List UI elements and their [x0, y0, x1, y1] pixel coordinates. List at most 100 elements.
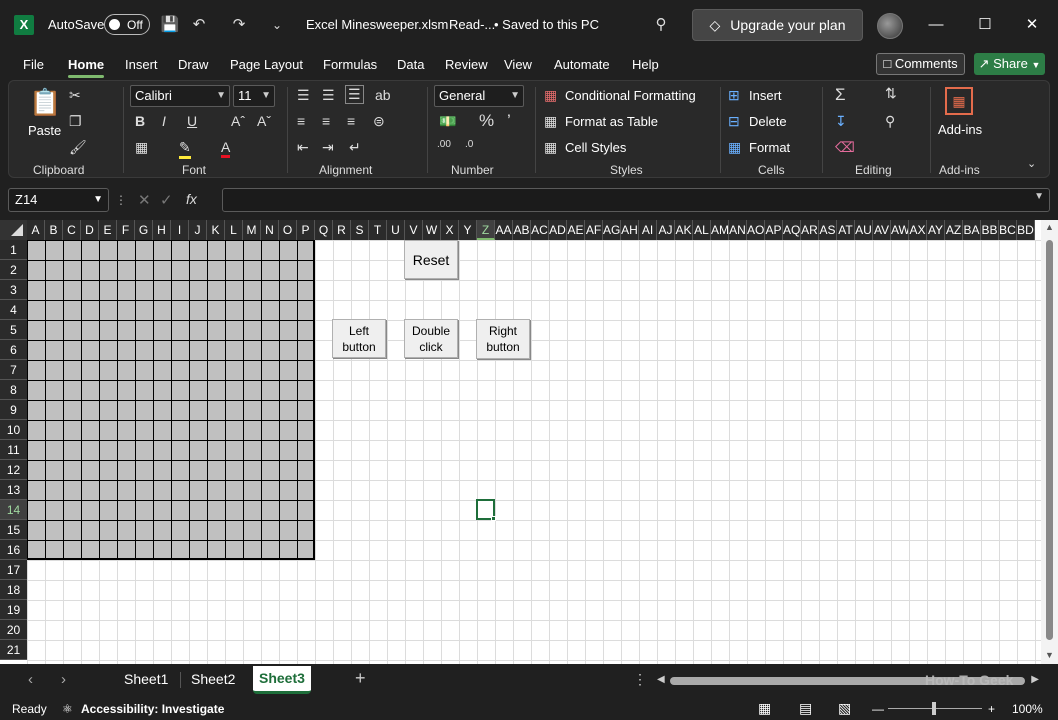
column-header[interactable]: AY: [927, 220, 945, 240]
zoom-in-icon[interactable]: +: [988, 702, 995, 716]
scroll-up-icon[interactable]: ▲: [1045, 222, 1054, 232]
tab-home[interactable]: Home: [68, 57, 104, 72]
zoom-level[interactable]: 100%: [1012, 702, 1043, 716]
row-header[interactable]: 6: [0, 340, 27, 360]
row-header[interactable]: 4: [0, 300, 27, 320]
sheet-tab-sheet2[interactable]: Sheet2: [191, 671, 235, 687]
number-format-select[interactable]: General ▼: [434, 85, 524, 107]
column-header[interactable]: D: [81, 220, 99, 240]
row-header[interactable]: 9: [0, 400, 27, 420]
minesweeper-board[interactable]: [27, 240, 315, 560]
align-bottom-icon[interactable]: ☰: [345, 85, 364, 104]
column-header[interactable]: BA: [963, 220, 981, 240]
column-header[interactable]: R: [333, 220, 351, 240]
copy-icon[interactable]: ❐: [69, 113, 82, 130]
format-painter-icon[interactable]: 🖌: [69, 139, 87, 156]
add-ins-button[interactable]: Add-ins: [938, 122, 982, 137]
fill-handle[interactable]: [491, 516, 496, 521]
redo-icon[interactable]: ↷: [228, 14, 250, 36]
accessibility-icon[interactable]: ⚛: [62, 702, 73, 716]
column-header[interactable]: BB: [981, 220, 999, 240]
row-header[interactable]: 20: [0, 620, 27, 640]
column-header[interactable]: AL: [693, 220, 711, 240]
column-header[interactable]: AU: [855, 220, 873, 240]
merge-center-icon[interactable]: ⊜: [373, 113, 385, 130]
row-header[interactable]: 17: [0, 560, 27, 580]
column-header[interactable]: AB: [513, 220, 531, 240]
column-header[interactable]: Q: [315, 220, 333, 240]
column-header[interactable]: BD: [1017, 220, 1035, 240]
avatar[interactable]: [877, 13, 903, 39]
row-header[interactable]: 12: [0, 460, 27, 480]
column-header[interactable]: AC: [531, 220, 549, 240]
page-layout-view-icon[interactable]: ▤: [799, 700, 812, 717]
chevron-left-icon[interactable]: ‹: [28, 671, 33, 688]
add-ins-icon[interactable]: ▦: [945, 87, 973, 115]
name-box[interactable]: Z14 ▼: [8, 188, 109, 212]
currency-icon[interactable]: 💵: [439, 113, 456, 130]
row-header[interactable]: 3: [0, 280, 27, 300]
percent-icon[interactable]: %: [479, 111, 494, 131]
add-sheet-icon[interactable]: +: [355, 668, 366, 689]
row-header[interactable]: 11: [0, 440, 27, 460]
tab-page-layout[interactable]: Page Layout: [230, 57, 303, 72]
align-left-icon[interactable]: ≡: [297, 113, 305, 129]
column-header[interactable]: P: [297, 220, 315, 240]
fill-color-icon[interactable]: ✎: [179, 139, 191, 159]
chevron-right-icon[interactable]: ›: [61, 671, 66, 688]
worksheet-grid[interactable]: A B C D E F G H I J K L M N O P Q R S T U V W X Y Z AA AB AC AD AE AF AG…: [0, 220, 1058, 664]
column-header[interactable]: T: [369, 220, 387, 240]
cut-icon[interactable]: ✂: [69, 87, 81, 104]
row-header[interactable]: 1: [0, 240, 27, 260]
right-button[interactable]: Right button: [476, 319, 530, 359]
column-header[interactable]: AE: [567, 220, 585, 240]
column-header[interactable]: AA: [495, 220, 513, 240]
tab-view[interactable]: View: [504, 57, 532, 72]
column-header[interactable]: AN: [729, 220, 747, 240]
sort-filter-icon[interactable]: ⇅: [885, 85, 897, 102]
autosum-icon[interactable]: Σ: [835, 85, 846, 105]
row-header[interactable]: 21: [0, 640, 27, 660]
row-header[interactable]: 7: [0, 360, 27, 380]
column-header[interactable]: V: [405, 220, 423, 240]
bold-icon[interactable]: B: [135, 113, 145, 129]
italic-icon[interactable]: I: [162, 113, 166, 129]
column-header[interactable]: AI: [639, 220, 657, 240]
wrap-text-icon[interactable]: ↵: [349, 139, 361, 156]
left-button[interactable]: Left button: [332, 319, 386, 358]
column-header[interactable]: C: [63, 220, 81, 240]
column-header[interactable]: I: [171, 220, 189, 240]
tab-review[interactable]: Review: [445, 57, 488, 72]
row-header[interactable]: 15: [0, 520, 27, 540]
row-header[interactable]: 5: [0, 320, 27, 340]
double-click-button[interactable]: Double click: [404, 319, 458, 358]
column-header[interactable]: F: [117, 220, 135, 240]
column-header[interactable]: Z: [477, 220, 495, 240]
decrease-decimal-icon[interactable]: .0: [465, 139, 473, 150]
column-header[interactable]: N: [261, 220, 279, 240]
cell-styles-button[interactable]: Cell Styles: [565, 140, 626, 155]
cancel-icon[interactable]: ✕: [138, 191, 151, 209]
increase-font-icon[interactable]: Aˆ: [231, 113, 245, 129]
column-header[interactable]: AQ: [783, 220, 801, 240]
sheet-tab-sheet3[interactable]: Sheet3: [253, 666, 311, 694]
paste-label[interactable]: Paste: [28, 123, 61, 138]
delete-cells-button[interactable]: Delete: [749, 114, 787, 129]
scroll-left-icon[interactable]: ◀: [657, 674, 665, 685]
save-icon[interactable]: 💾: [159, 14, 181, 36]
column-header[interactable]: AT: [837, 220, 855, 240]
tab-insert[interactable]: Insert: [125, 57, 158, 72]
row-header[interactable]: 8: [0, 380, 27, 400]
comma-icon[interactable]: ’: [507, 111, 511, 131]
zoom-out-icon[interactable]: —: [872, 702, 884, 716]
decrease-indent-icon[interactable]: ⇤: [297, 139, 309, 156]
minimize-icon[interactable]: —: [921, 12, 951, 38]
column-header[interactable]: AZ: [945, 220, 963, 240]
font-name-select[interactable]: Calibri ▼: [130, 85, 230, 107]
column-header[interactable]: AR: [801, 220, 819, 240]
tab-formulas[interactable]: Formulas: [323, 57, 377, 72]
accessibility-status[interactable]: Accessibility: Investigate: [81, 702, 224, 716]
collapse-ribbon-icon[interactable]: ⌄: [1027, 157, 1036, 170]
row-header[interactable]: 14: [0, 500, 27, 520]
scroll-down-icon[interactable]: ▼: [1045, 650, 1054, 660]
